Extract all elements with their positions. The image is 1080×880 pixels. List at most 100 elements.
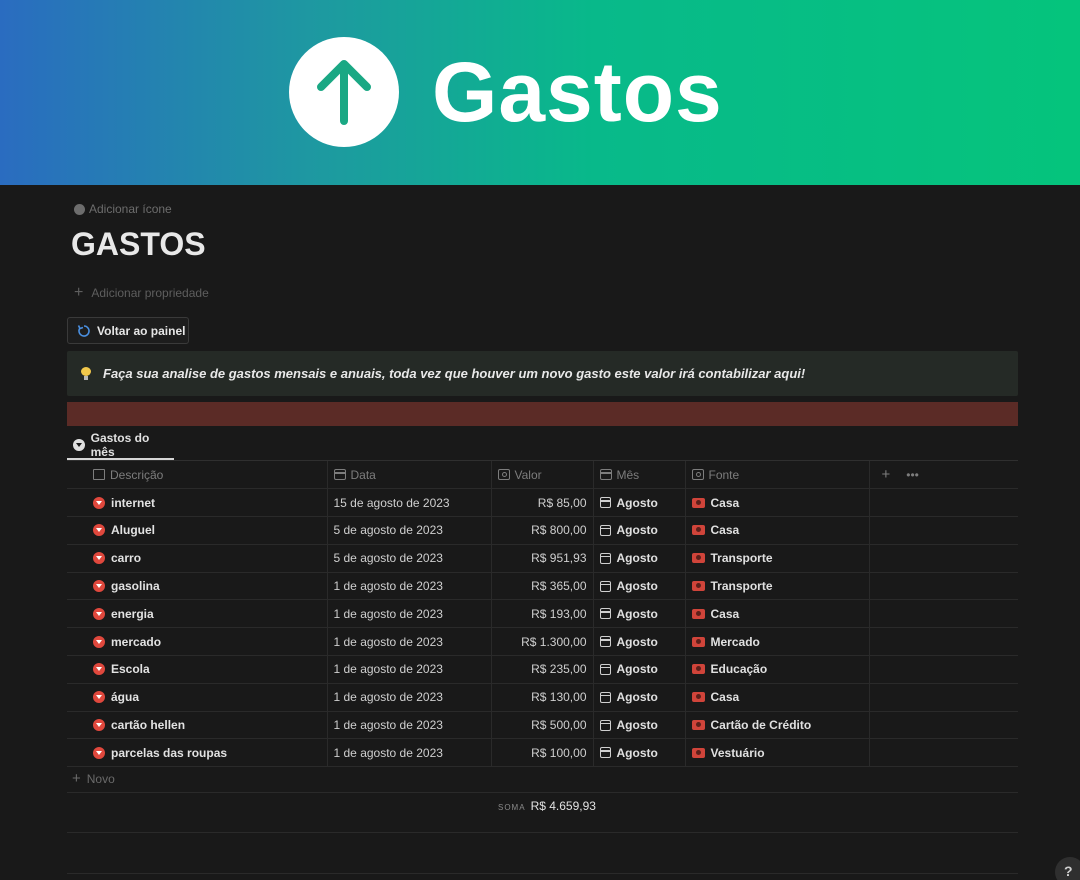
cell-valor[interactable]: R$ 130,00 bbox=[491, 683, 594, 712]
cell-fonte[interactable]: Casa bbox=[685, 488, 870, 518]
cell-descricao[interactable]: parcelas das roupas bbox=[67, 738, 328, 768]
new-row-button[interactable]: + Novo bbox=[72, 770, 115, 787]
cell-empty[interactable] bbox=[869, 599, 1018, 629]
cell-empty[interactable] bbox=[869, 711, 1018, 740]
cell-valor[interactable]: R$ 800,00 bbox=[491, 516, 594, 545]
calendar-icon bbox=[333, 469, 346, 481]
cell-valor[interactable]: R$ 100,00 bbox=[491, 738, 594, 768]
column-header-fonte[interactable]: Fonte bbox=[685, 461, 870, 490]
money-icon bbox=[691, 525, 705, 536]
column-header-mes[interactable]: Mês bbox=[593, 461, 686, 490]
cell-data[interactable]: 1 de agosto de 2023 bbox=[327, 572, 492, 601]
descricao-text: cartão hellen bbox=[111, 718, 186, 733]
tab-label: Gastos do mês bbox=[90, 431, 150, 459]
cell-descricao[interactable]: internet bbox=[67, 488, 328, 518]
arrow-down-circle-icon bbox=[93, 691, 105, 704]
cell-data[interactable]: 1 de agosto de 2023 bbox=[327, 599, 492, 629]
cell-mes[interactable]: Agosto bbox=[593, 599, 686, 629]
cell-mes[interactable]: Agosto bbox=[593, 711, 686, 740]
cell-valor[interactable]: R$ 951,93 bbox=[491, 544, 594, 573]
cell-empty[interactable] bbox=[869, 572, 1018, 601]
cell-fonte[interactable]: Casa bbox=[685, 516, 870, 545]
cell-fonte[interactable]: Transporte bbox=[685, 572, 870, 601]
table-row[interactable]: gasolina 1 de agosto de 2023 R$ 365,00 Agos… bbox=[67, 572, 1018, 601]
cell-mes[interactable]: Agosto bbox=[593, 655, 686, 684]
calendar-icon bbox=[599, 497, 611, 509]
money-icon bbox=[691, 692, 705, 703]
cell-descricao[interactable]: carro bbox=[67, 544, 328, 573]
calendar-icon bbox=[599, 469, 612, 481]
table-row[interactable]: energia 1 de agosto de 2023 R$ 193,00 Agost… bbox=[67, 599, 1018, 629]
back-to-dashboard-button[interactable]: Voltar ao painel bbox=[67, 317, 189, 344]
table-row[interactable]: parcelas das roupas 1 de agosto de 2023 R$… bbox=[67, 738, 1018, 768]
add-icon-button[interactable]: Adicionar ícone bbox=[74, 202, 172, 216]
more-options-icon[interactable]: ••• bbox=[906, 468, 919, 482]
cell-fonte[interactable]: Casa bbox=[685, 683, 870, 712]
cell-data[interactable]: 1 de agosto de 2023 bbox=[327, 711, 492, 740]
cell-valor[interactable]: R$ 1.300,00 bbox=[491, 627, 594, 657]
cell-mes[interactable]: Agosto bbox=[593, 572, 686, 601]
cell-empty[interactable] bbox=[869, 738, 1018, 768]
cell-fonte[interactable]: Transporte bbox=[685, 544, 870, 573]
help-button[interactable]: ? bbox=[1055, 857, 1080, 880]
cell-data[interactable]: 1 de agosto de 2023 bbox=[327, 738, 492, 768]
cell-fonte[interactable]: Cartão de Crédito bbox=[685, 711, 870, 740]
cell-data[interactable]: 5 de agosto de 2023 bbox=[327, 544, 492, 573]
cell-data[interactable]: 5 de agosto de 2023 bbox=[327, 516, 492, 545]
add-column-icon[interactable]: + bbox=[882, 466, 891, 483]
cell-descricao[interactable]: Escola bbox=[67, 655, 328, 684]
cell-data[interactable]: 1 de agosto de 2023 bbox=[327, 655, 492, 684]
cell-descricao[interactable]: mercado bbox=[67, 627, 328, 657]
table-row[interactable]: Escola 1 de agosto de 2023 R$ 235,00 Agosto… bbox=[67, 655, 1018, 684]
money-icon bbox=[691, 636, 705, 647]
cell-mes[interactable]: Agosto bbox=[593, 627, 686, 657]
cell-descricao[interactable]: Aluguel bbox=[67, 516, 328, 545]
cell-empty[interactable] bbox=[869, 627, 1018, 657]
cell-empty[interactable] bbox=[869, 683, 1018, 712]
cell-descricao[interactable]: água bbox=[67, 683, 328, 712]
column-header-descricao[interactable]: Descrição bbox=[67, 461, 328, 490]
table-row[interactable]: carro 5 de agosto de 2023 R$ 951,93 Agosto T… bbox=[67, 544, 1018, 573]
cell-fonte[interactable]: Casa bbox=[685, 599, 870, 629]
cell-valor[interactable]: R$ 500,00 bbox=[491, 711, 594, 740]
cell-fonte[interactable]: Educação bbox=[685, 655, 870, 684]
page-title[interactable]: GASTOS bbox=[71, 226, 206, 263]
cell-mes[interactable]: Agosto bbox=[593, 738, 686, 768]
sum-value: R$ 4.659,93 bbox=[530, 799, 596, 813]
table-row[interactable]: água 1 de agosto de 2023 R$ 130,00 Agosto Ca… bbox=[67, 683, 1018, 712]
cell-mes[interactable]: Agosto bbox=[593, 488, 686, 518]
tab-gastos-do-mes[interactable]: Gastos do mês bbox=[67, 431, 174, 460]
cover-title: Gastos bbox=[432, 45, 723, 139]
cell-data[interactable]: 1 de agosto de 2023 bbox=[327, 627, 492, 657]
column-header-data[interactable]: Data bbox=[327, 461, 492, 490]
cell-valor[interactable]: R$ 365,00 bbox=[491, 572, 594, 601]
cell-empty[interactable] bbox=[869, 655, 1018, 684]
cell-empty[interactable] bbox=[869, 516, 1018, 545]
column-header-valor[interactable]: Valor bbox=[491, 461, 594, 490]
cell-data[interactable]: 1 de agosto de 2023 bbox=[327, 683, 492, 712]
cell-fonte[interactable]: Vestuário bbox=[685, 738, 870, 768]
cell-data[interactable]: 15 de agosto de 2023 bbox=[327, 488, 492, 518]
cell-empty[interactable] bbox=[869, 488, 1018, 518]
cell-empty[interactable] bbox=[869, 544, 1018, 573]
cell-valor[interactable]: R$ 85,00 bbox=[491, 488, 594, 518]
table-row[interactable]: cartão hellen 1 de agosto de 2023 R$ 500,0… bbox=[67, 711, 1018, 740]
table-row[interactable]: internet 15 de agosto de 2023 R$ 85,00 Agos… bbox=[67, 488, 1018, 518]
cell-mes[interactable]: Agosto bbox=[593, 516, 686, 545]
cell-valor[interactable]: R$ 235,00 bbox=[491, 655, 594, 684]
cell-valor[interactable]: R$ 193,00 bbox=[491, 599, 594, 629]
cell-fonte[interactable]: Mercado bbox=[685, 627, 870, 657]
cell-mes[interactable]: Agosto bbox=[593, 544, 686, 573]
cell-descricao[interactable]: cartão hellen bbox=[67, 711, 328, 740]
table-row[interactable]: Aluguel 5 de agosto de 2023 R$ 800,00 Agost… bbox=[67, 516, 1018, 545]
cell-descricao[interactable]: gasolina bbox=[67, 572, 328, 601]
calendar-icon bbox=[599, 719, 611, 731]
arrow-down-circle-icon bbox=[93, 524, 105, 537]
table-row[interactable]: mercado 1 de agosto de 2023 R$ 1.300,00 Ago… bbox=[67, 627, 1018, 657]
money-icon bbox=[691, 720, 705, 731]
cell-descricao[interactable]: energia bbox=[67, 599, 328, 629]
sum-calculation[interactable]: SOMA R$ 4.659,93 bbox=[498, 799, 596, 813]
cell-mes[interactable]: Agosto bbox=[593, 683, 686, 712]
fonte-text: Transporte bbox=[710, 551, 773, 566]
add-property-button[interactable]: + Adicionar propriedade bbox=[74, 284, 209, 302]
